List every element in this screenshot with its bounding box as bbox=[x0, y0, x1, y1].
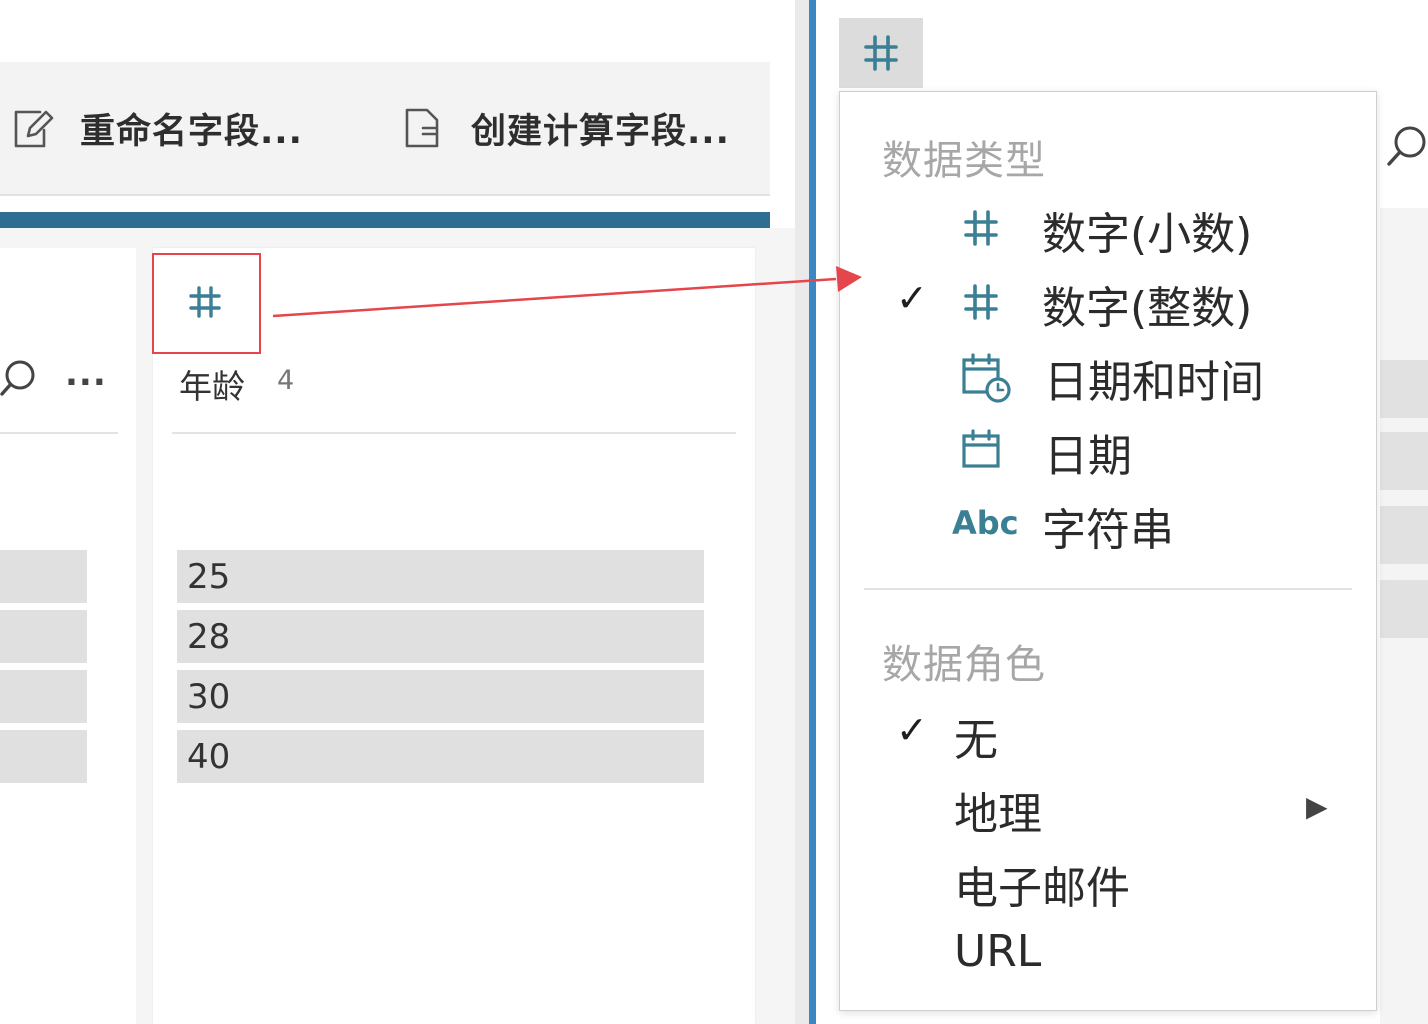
callout-arrow bbox=[272, 266, 862, 318]
